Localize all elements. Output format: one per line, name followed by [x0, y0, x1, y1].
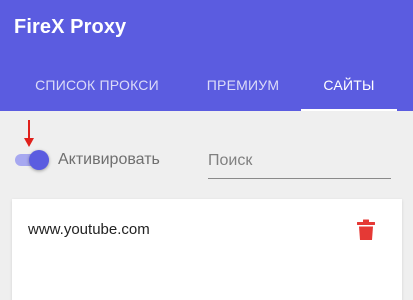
- activate-label: Активировать: [58, 151, 160, 168]
- tab-proxy-list-label: СПИСОК ПРОКСИ: [35, 76, 159, 93]
- app-bar: FireX Proxy СПИСОК ПРОКСИ ПРЕМИУМ САЙТЫ: [0, 0, 413, 111]
- trash-icon: [357, 219, 375, 240]
- annotation-arrow-icon: [24, 120, 34, 147]
- app-title: FireX Proxy: [14, 16, 127, 38]
- tab-premium[interactable]: ПРЕМИУМ: [190, 58, 296, 111]
- list-item: www.youtube.com: [12, 199, 402, 261]
- tab-sites-label: САЙТЫ: [323, 76, 375, 93]
- active-tab-indicator: [301, 109, 397, 111]
- delete-site-button[interactable]: [356, 219, 376, 241]
- toggle-thumb: [29, 150, 49, 170]
- site-list: www.youtube.com: [12, 199, 402, 300]
- activate-toggle[interactable]: [15, 150, 49, 170]
- tab-proxy-list[interactable]: СПИСОК ПРОКСИ: [18, 58, 176, 111]
- tab-premium-label: ПРЕМИУМ: [206, 76, 280, 93]
- site-domain: www.youtube.com: [28, 221, 150, 238]
- search-input[interactable]: [208, 146, 391, 179]
- tab-bar: СПИСОК ПРОКСИ ПРЕМИУМ САЙТЫ: [0, 58, 413, 111]
- tab-sites[interactable]: САЙТЫ: [301, 58, 397, 111]
